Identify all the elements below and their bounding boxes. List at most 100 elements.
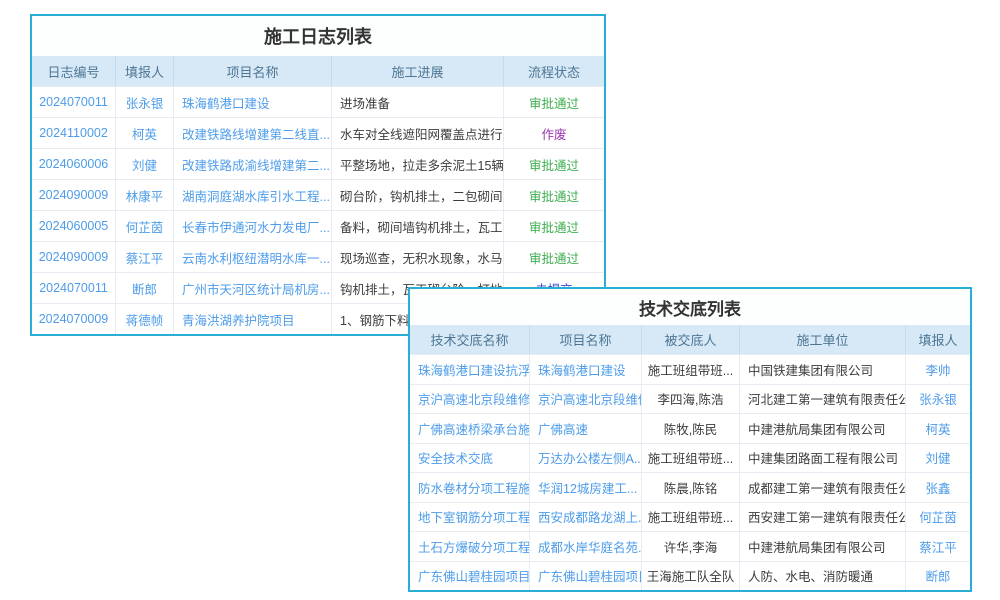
construction-log-header-row: 日志编号 填报人 项目名称 施工进展 流程状态	[32, 56, 604, 86]
header-status: 流程状态	[504, 56, 604, 86]
project-link[interactable]: 广州市天河区统计局机房...	[174, 273, 332, 303]
table-row: 广东佛山碧桂园项目... 广东佛山碧桂园项目 王海施工队全队 人防、水电、消防暖…	[410, 561, 970, 591]
receiver-text: 陈晨,陈铭	[642, 473, 740, 502]
construction-unit-text: 中建港航局集团有限公司	[740, 414, 906, 443]
construction-unit-text: 西安建工第一建筑有限责任公司	[740, 503, 906, 532]
reporter-link[interactable]: 刘健	[906, 444, 970, 473]
header-project-name: 项目名称	[174, 56, 332, 86]
reporter-link[interactable]: 林康平	[116, 180, 174, 210]
reporter-link[interactable]: 柯英	[116, 118, 174, 148]
project-link[interactable]: 西安成都路龙湖上...	[530, 503, 642, 532]
project-link[interactable]: 长春市伊通河水力发电厂...	[174, 211, 332, 241]
log-id-link[interactable]: 2024090009	[32, 180, 116, 210]
reporter-link[interactable]: 柯英	[906, 414, 970, 443]
technical-disclosure-title: 技术交底列表	[410, 289, 970, 325]
log-id-link[interactable]: 2024070011	[32, 87, 116, 117]
log-id-link[interactable]: 2024060005	[32, 211, 116, 241]
table-row: 广佛高速桥梁承台施... 广佛高速 陈牧,陈民 中建港航局集团有限公司 柯英	[410, 413, 970, 443]
construction-unit-text: 中建港航局集团有限公司	[740, 532, 906, 561]
log-id-link[interactable]: 2024110002	[32, 118, 116, 148]
status-badge: 审批通过	[504, 87, 604, 117]
progress-text: 现场巡查，无积水现象，水马...	[332, 242, 504, 272]
disclosure-name-link[interactable]: 土石方爆破分项工程...	[410, 532, 530, 561]
construction-unit-text: 成都建工第一建筑有限责任公司	[740, 473, 906, 502]
technical-disclosure-header-row: 技术交底名称 项目名称 被交底人 施工单位 填报人	[410, 325, 970, 354]
construction-unit-text: 人防、水电、消防暖通	[740, 562, 906, 591]
table-row: 2024060006 刘健 改建铁路成渝线增建第二... 平整场地，拉走多余泥土…	[32, 148, 604, 179]
table-row: 珠海鹤港口建设抗浮... 珠海鹤港口建设 施工班组带班... 中国铁建集团有限公…	[410, 354, 970, 384]
table-row: 土石方爆破分项工程... 成都水岸华庭名苑... 许华,李海 中建港航局集团有限…	[410, 531, 970, 561]
receiver-text: 施工班组带班...	[642, 503, 740, 532]
table-row: 防水卷材分项工程施... 华润12城房建工... 陈晨,陈铭 成都建工第一建筑有…	[410, 472, 970, 502]
status-badge: 审批通过	[504, 211, 604, 241]
disclosure-name-link[interactable]: 广东佛山碧桂园项目...	[410, 562, 530, 591]
construction-log-title: 施工日志列表	[32, 16, 604, 56]
log-id-link[interactable]: 2024090009	[32, 242, 116, 272]
disclosure-name-link[interactable]: 京沪高速北京段维修...	[410, 385, 530, 414]
reporter-link[interactable]: 李帅	[906, 355, 970, 384]
project-link[interactable]: 万达办公楼左侧A...	[530, 444, 642, 473]
receiver-text: 许华,李海	[642, 532, 740, 561]
receiver-text: 陈牧,陈民	[642, 414, 740, 443]
disclosure-name-link[interactable]: 安全技术交底	[410, 444, 530, 473]
table-row: 2024110002 柯英 改建铁路线增建第二线直... 水车对全线遮阳网覆盖点…	[32, 117, 604, 148]
receiver-text: 施工班组带班...	[642, 355, 740, 384]
status-badge: 审批通过	[504, 180, 604, 210]
project-link[interactable]: 广佛高速	[530, 414, 642, 443]
reporter-link[interactable]: 断郎	[116, 273, 174, 303]
reporter-link[interactable]: 张鑫	[906, 473, 970, 502]
project-link[interactable]: 湖南洞庭湖水库引水工程...	[174, 180, 332, 210]
project-link[interactable]: 青海洪湖养护院项目	[174, 304, 332, 334]
project-link[interactable]: 华润12城房建工...	[530, 473, 642, 502]
reporter-link[interactable]: 蒋德帧	[116, 304, 174, 334]
status-badge: 审批通过	[504, 149, 604, 179]
reporter-link[interactable]: 蔡江平	[116, 242, 174, 272]
receiver-text: 施工班组带班...	[642, 444, 740, 473]
construction-unit-text: 河北建工第一建筑有限责任公司	[740, 385, 906, 414]
table-row: 京沪高速北京段维修... 京沪高速北京段维修 李四海,陈浩 河北建工第一建筑有限…	[410, 384, 970, 414]
project-link[interactable]: 珠海鹤港口建设	[174, 87, 332, 117]
status-badge: 作废	[504, 118, 604, 148]
header-progress: 施工进展	[332, 56, 504, 86]
status-badge: 审批通过	[504, 242, 604, 272]
receiver-text: 李四海,陈浩	[642, 385, 740, 414]
progress-text: 平整场地，拉走多余泥土15辆...	[332, 149, 504, 179]
reporter-link[interactable]: 蔡江平	[906, 532, 970, 561]
table-row: 2024060005 何芷茵 长春市伊通河水力发电厂... 备料，砌间墙钩机排土…	[32, 210, 604, 241]
project-link[interactable]: 改建铁路线增建第二线直...	[174, 118, 332, 148]
project-link[interactable]: 珠海鹤港口建设	[530, 355, 642, 384]
header-log-id: 日志编号	[32, 56, 116, 86]
disclosure-name-link[interactable]: 广佛高速桥梁承台施...	[410, 414, 530, 443]
header-project-name: 项目名称	[530, 325, 642, 354]
table-row: 2024070011 张永银 珠海鹤港口建设 进场准备 审批通过	[32, 86, 604, 117]
construction-unit-text: 中国铁建集团有限公司	[740, 355, 906, 384]
construction-unit-text: 中建集团路面工程有限公司	[740, 444, 906, 473]
reporter-link[interactable]: 断郎	[906, 562, 970, 591]
reporter-link[interactable]: 何芷茵	[116, 211, 174, 241]
project-link[interactable]: 广东佛山碧桂园项目	[530, 562, 642, 591]
disclosure-name-link[interactable]: 防水卷材分项工程施...	[410, 473, 530, 502]
log-id-link[interactable]: 2024070011	[32, 273, 116, 303]
reporter-link[interactable]: 刘健	[116, 149, 174, 179]
table-row: 地下室钢筋分项工程... 西安成都路龙湖上... 施工班组带班... 西安建工第…	[410, 502, 970, 532]
header-disclosure-name: 技术交底名称	[410, 325, 530, 354]
reporter-link[interactable]: 张永银	[906, 385, 970, 414]
progress-text: 备料，砌间墙钩机排土，瓦工...	[332, 211, 504, 241]
table-row: 安全技术交底 万达办公楼左侧A... 施工班组带班... 中建集团路面工程有限公…	[410, 443, 970, 473]
progress-text: 进场准备	[332, 87, 504, 117]
project-link[interactable]: 成都水岸华庭名苑...	[530, 532, 642, 561]
disclosure-name-link[interactable]: 地下室钢筋分项工程...	[410, 503, 530, 532]
technical-disclosure-card: 技术交底列表 技术交底名称 项目名称 被交底人 施工单位 填报人 珠海鹤港口建设…	[408, 287, 972, 592]
project-link[interactable]: 云南水利枢纽潜明水库一...	[174, 242, 332, 272]
project-link[interactable]: 改建铁路成渝线增建第二...	[174, 149, 332, 179]
log-id-link[interactable]: 2024070009	[32, 304, 116, 334]
header-reporter: 填报人	[906, 325, 970, 354]
table-row: 2024090009 蔡江平 云南水利枢纽潜明水库一... 现场巡查，无积水现象…	[32, 241, 604, 272]
log-id-link[interactable]: 2024060006	[32, 149, 116, 179]
progress-text: 水车对全线遮阳网覆盖点进行...	[332, 118, 504, 148]
reporter-link[interactable]: 张永银	[116, 87, 174, 117]
project-link[interactable]: 京沪高速北京段维修	[530, 385, 642, 414]
table-row: 2024090009 林康平 湖南洞庭湖水库引水工程... 砌台阶，钩机排土，二…	[32, 179, 604, 210]
disclosure-name-link[interactable]: 珠海鹤港口建设抗浮...	[410, 355, 530, 384]
reporter-link[interactable]: 何芷茵	[906, 503, 970, 532]
